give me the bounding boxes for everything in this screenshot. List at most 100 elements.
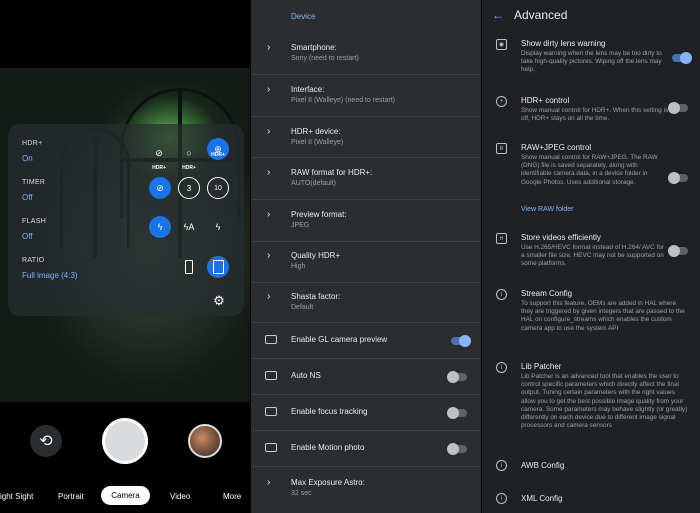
setting-title: Shasta factor: bbox=[291, 292, 341, 301]
toggle-row-gl-preview[interactable]: Enable GL camera preview bbox=[251, 322, 481, 358]
setting-timer[interactable]: TIMER Off bbox=[22, 179, 45, 202]
setting-value: On bbox=[22, 154, 33, 163]
setting-interface[interactable]: › Interface: Pixel II (Walleye) (need to… bbox=[251, 74, 481, 116]
adv-title: XML Config bbox=[521, 494, 563, 503]
setting-title: Interface: bbox=[291, 85, 325, 94]
setting-smartphone[interactable]: › Smartphone: Sony (need to restart) bbox=[251, 32, 481, 74]
mode-video[interactable]: Video bbox=[170, 492, 190, 501]
hdr-off-icon[interactable]: ⊘ HDR+ bbox=[148, 142, 170, 172]
toggle-row-focus-tracking[interactable]: Enable focus tracking bbox=[251, 394, 481, 430]
dirty-lens-switch[interactable] bbox=[672, 52, 692, 64]
hdr-on-icon[interactable]: ⊕ HDR+ bbox=[207, 138, 229, 160]
gl-preview-switch[interactable] bbox=[451, 335, 471, 347]
view-raw-folder-link[interactable]: View RAW folder bbox=[521, 206, 574, 213]
hdr-auto-icon[interactable]: ○ HDR+ bbox=[178, 142, 200, 171]
toggle-row-motion-photo[interactable]: Enable Motion photo bbox=[251, 430, 481, 466]
page-title: Advanced bbox=[514, 8, 568, 22]
setting-preview-format[interactable]: › Preview format: JPEG bbox=[251, 199, 481, 241]
gear-icon[interactable]: ⚙ bbox=[208, 290, 230, 312]
toggle-row-auto-ns[interactable]: Auto NS bbox=[251, 358, 481, 394]
adv-title: Stream Config bbox=[521, 289, 573, 298]
adv-description: Lib Patcher is an advanced tool that ena… bbox=[521, 373, 688, 430]
chevron-right-icon: › bbox=[267, 477, 271, 488]
setting-title: HDR+ device: bbox=[291, 127, 341, 136]
section-header: Device bbox=[291, 12, 316, 21]
adv-description: Show manual control for RAW+JPEG. The RA… bbox=[521, 154, 658, 186]
timer-10-label: 10 bbox=[214, 184, 222, 192]
info-icon: i bbox=[496, 460, 507, 471]
setting-label: FLASH bbox=[22, 218, 47, 225]
setting-title: Preview format: bbox=[291, 210, 347, 219]
mode-portrait[interactable]: Portrait bbox=[58, 492, 84, 501]
adv-description: To support this feature, OEMs are added … bbox=[521, 300, 685, 332]
setting-title: Smartphone: bbox=[291, 43, 337, 52]
setting-hdr-device[interactable]: › HDR+ device: Pixel II (Walleye) bbox=[251, 116, 481, 157]
gallery-thumbnail[interactable] bbox=[188, 424, 222, 458]
setting-value: Off bbox=[22, 232, 33, 241]
mode-more[interactable]: More bbox=[223, 492, 241, 501]
setting-value: Off bbox=[22, 193, 33, 202]
setting-label: TIMER bbox=[22, 179, 46, 186]
adv-title: AWB Config bbox=[521, 461, 565, 470]
motion-photo-switch[interactable] bbox=[447, 443, 467, 455]
setting-subtitle: Pixel II (Walleye) (need to restart) bbox=[291, 97, 395, 104]
flash-auto-icon[interactable]: ϟA bbox=[178, 216, 200, 238]
setting-subtitle: AUTO(default) bbox=[291, 180, 336, 187]
camera-icon: ◉ bbox=[496, 39, 507, 50]
info-icon: i bbox=[496, 289, 507, 300]
adv-title: Lib Patcher bbox=[521, 362, 562, 371]
chevron-right-icon: › bbox=[267, 291, 271, 302]
setting-flash[interactable]: FLASH Off bbox=[22, 218, 46, 241]
ratio-16-9-icon[interactable] bbox=[178, 256, 200, 278]
auto-ns-switch[interactable] bbox=[447, 371, 467, 383]
setting-title: RAW format for HDR+: bbox=[291, 168, 373, 177]
adv-title: RAW+JPEG control bbox=[521, 143, 592, 152]
focus-tracking-switch[interactable] bbox=[447, 407, 467, 419]
setting-ratio[interactable]: RATIO Full image (4:3) bbox=[22, 257, 78, 280]
hdr-control-switch[interactable] bbox=[668, 102, 688, 114]
adv-description: Use H.265/HEVC format instead of H.264/ … bbox=[521, 244, 665, 268]
chevron-right-icon: › bbox=[267, 250, 271, 261]
ratio-4-3-icon[interactable] bbox=[207, 256, 229, 278]
shutter-button[interactable] bbox=[102, 418, 148, 464]
back-arrow-icon[interactable]: ← bbox=[492, 8, 504, 22]
mode-camera[interactable]: Camera bbox=[101, 486, 150, 505]
setting-raw-format[interactable]: › RAW format for HDR+: AUTO(default) bbox=[251, 157, 481, 199]
setting-subtitle: Default bbox=[291, 304, 314, 311]
setting-hdr[interactable]: HDR+ On bbox=[22, 140, 42, 163]
info-icon: i bbox=[496, 493, 507, 504]
setting-subtitle: JPEG bbox=[291, 222, 310, 229]
store-videos-switch[interactable] bbox=[668, 245, 688, 257]
adv-description: Show manual control for HDR+. When this … bbox=[521, 107, 669, 123]
adv-description: Display warning when the lens may be too… bbox=[521, 50, 662, 74]
raw-jpeg-switch[interactable] bbox=[668, 172, 688, 184]
settings-screen: Device › Smartphone: Sony (need to resta… bbox=[251, 0, 481, 513]
setting-subtitle: Pixel II (Walleye) bbox=[291, 139, 344, 146]
chevron-right-icon: › bbox=[267, 42, 271, 53]
setting-quality-hdr[interactable]: › Quality HDR+ High bbox=[251, 241, 481, 282]
setting-label: RATIO bbox=[22, 257, 45, 264]
info-icon: i bbox=[496, 362, 507, 373]
setting-title: Quality HDR+ bbox=[291, 251, 341, 260]
hdr-tag: HDR+ bbox=[152, 165, 166, 171]
setting-title: Max Exposure Astro: bbox=[291, 478, 365, 487]
mode-night-sight[interactable]: ight Sight bbox=[0, 492, 33, 501]
setting-shasta-factor[interactable]: › Shasta factor: Default bbox=[251, 282, 481, 322]
timer-3-label: 3 bbox=[186, 183, 192, 193]
image-icon bbox=[265, 443, 277, 452]
timer-10-icon[interactable]: 10 bbox=[207, 177, 229, 199]
flash-on-icon[interactable]: ϟ bbox=[207, 216, 229, 238]
hdr-icon: + bbox=[496, 96, 507, 107]
chevron-right-icon: › bbox=[267, 209, 271, 220]
adv-title: Show dirty lens warning bbox=[521, 39, 606, 48]
adv-title: HDR+ control bbox=[521, 96, 570, 105]
timer-3-icon[interactable]: 3 bbox=[178, 177, 200, 199]
hevc-icon: H bbox=[496, 233, 507, 244]
flash-off-icon[interactable]: ϟ bbox=[149, 216, 171, 238]
image-icon bbox=[265, 335, 277, 344]
timer-off-icon[interactable]: ⊘ bbox=[149, 177, 171, 199]
switch-camera-button[interactable]: ⟲ bbox=[30, 425, 62, 457]
hdr-tag: HDR+ bbox=[211, 152, 225, 158]
setting-max-exposure-astro[interactable]: › Max Exposure Astro: 32 sec bbox=[251, 466, 481, 513]
camera-quick-settings: HDR+ On TIMER Off FLASH Off RATIO Full i… bbox=[8, 124, 244, 316]
